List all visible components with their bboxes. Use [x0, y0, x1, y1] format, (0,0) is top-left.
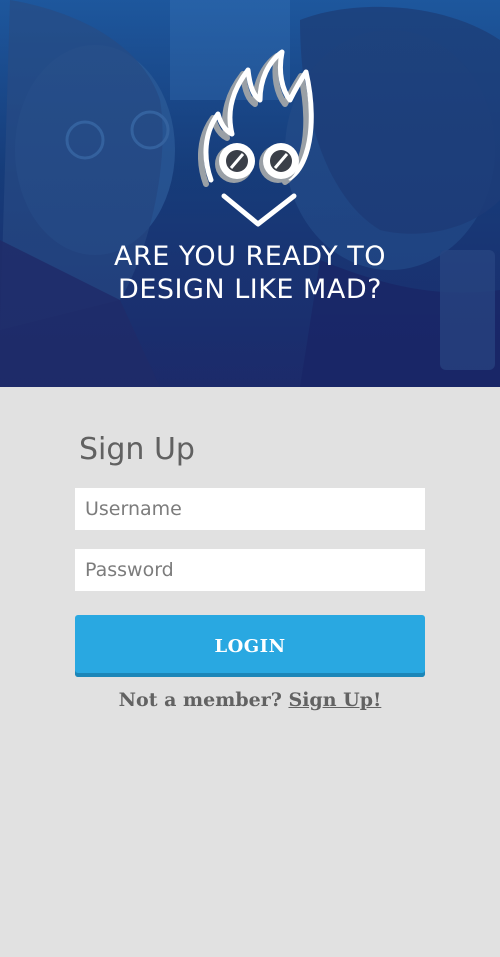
hero-headline: ARE YOU READY TO DESIGN LIKE MAD? — [0, 240, 500, 306]
hero-banner: ARE YOU READY TO DESIGN LIKE MAD? — [0, 0, 500, 387]
signup-prompt: Not a member? Sign Up! — [75, 689, 425, 711]
headline-line-2: DESIGN LIKE MAD? — [118, 274, 382, 305]
signup-form: Sign Up LOGIN Not a member? Sign Up! — [75, 387, 425, 711]
username-input[interactable] — [75, 488, 425, 530]
login-button[interactable]: LOGIN — [75, 615, 425, 677]
flame-goggles-mascot-icon — [198, 49, 314, 227]
member-prompt-text: Not a member? — [118, 689, 282, 711]
signup-link[interactable]: Sign Up! — [288, 689, 381, 711]
form-title: Sign Up — [79, 432, 195, 467]
password-input[interactable] — [75, 549, 425, 591]
headline-line-1: ARE YOU READY TO — [114, 241, 386, 272]
